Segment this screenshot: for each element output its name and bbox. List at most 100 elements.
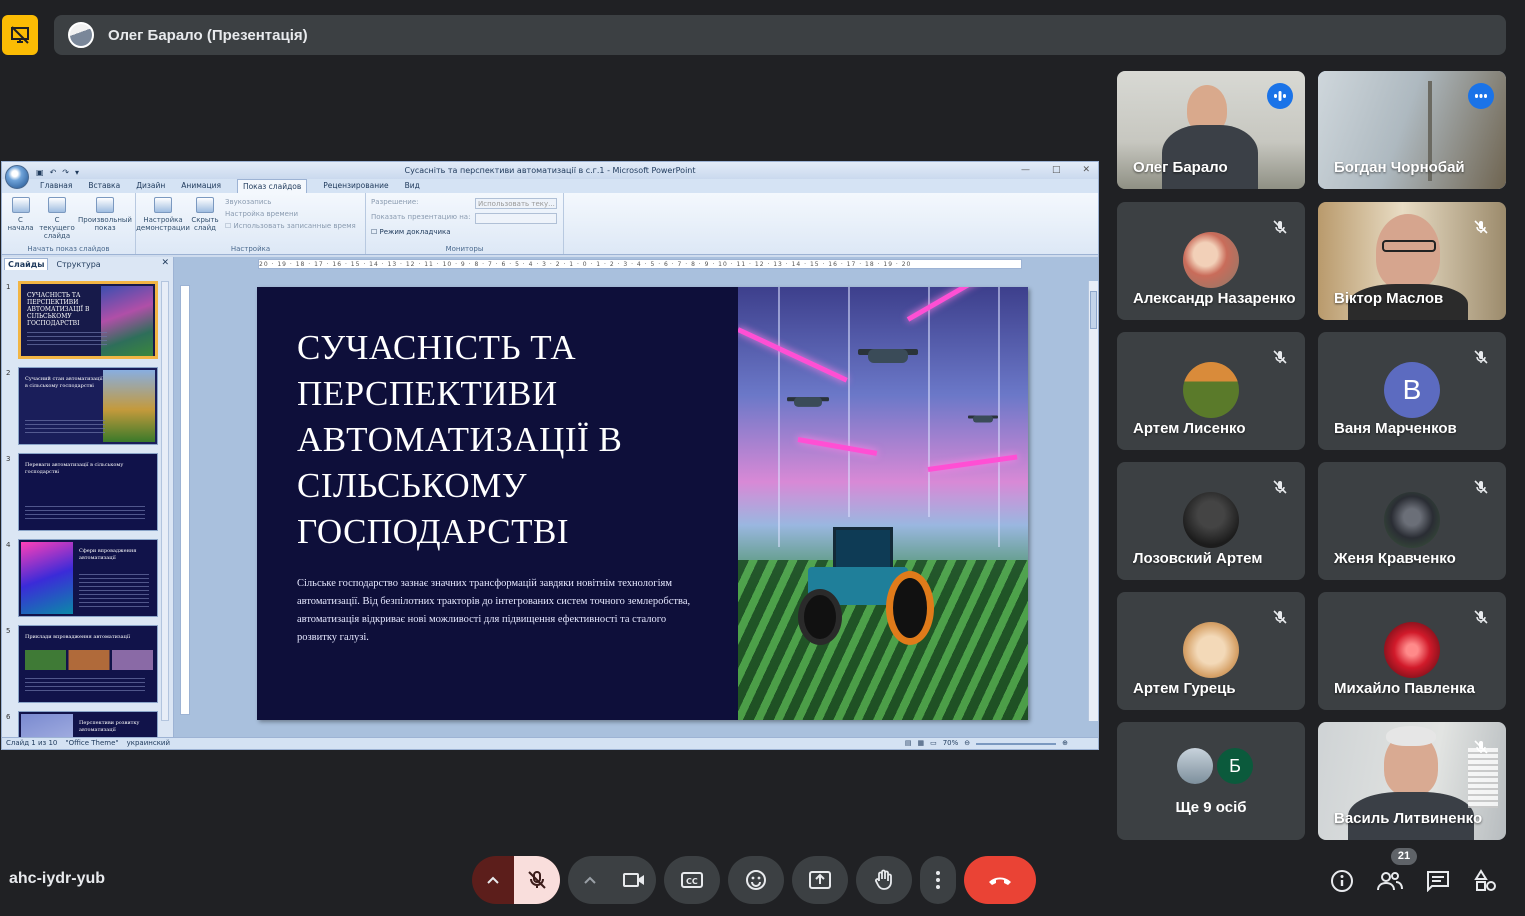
close-icon[interactable]: ✕ — [1082, 162, 1090, 179]
chat-button[interactable] — [1423, 866, 1453, 896]
slide-editor[interactable]: 20 · 19 · 18 · 17 · 16 · 15 · 14 · 13 · … — [174, 257, 1098, 737]
tab-slideshow[interactable]: Показ слайдов — [236, 179, 308, 193]
participant-tile[interactable]: Василь Литвиненко — [1318, 722, 1506, 840]
zoom-slider[interactable] — [976, 743, 1057, 745]
rehearse-timings-button[interactable]: Настройка времени — [225, 210, 356, 218]
participant-tile[interactable]: Женя Кравченко — [1318, 462, 1506, 580]
language[interactable]: украинский — [127, 738, 170, 749]
participant-tile[interactable]: Артем Гурець — [1117, 592, 1305, 710]
hide-slide-icon — [196, 197, 214, 213]
maximize-icon[interactable]: □ — [1052, 162, 1061, 179]
participant-tile[interactable]: Богдан Чорнобай — [1318, 71, 1506, 189]
meeting-code: ahc-iydr-yub — [9, 870, 106, 887]
tab-outline[interactable]: Структура — [56, 260, 100, 269]
powerpoint-window[interactable]: ▣ ↶ ↷ ▾ Сусасніть та перспективи автомат… — [1, 161, 1099, 750]
mic-toggle-button[interactable] — [514, 856, 560, 904]
speaking-indicator-icon — [1468, 83, 1494, 109]
tab-slides[interactable]: Слайды — [4, 258, 49, 270]
tab-home[interactable]: Главная — [40, 179, 72, 193]
thumbnail-image — [21, 542, 73, 614]
editor-scrollbar[interactable] — [1088, 281, 1098, 721]
slide-thumbnail[interactable]: Перспективи розвитку автоматизації — [18, 711, 158, 737]
tab-design[interactable]: Дизайн — [136, 179, 165, 193]
office-button-icon[interactable] — [5, 165, 29, 189]
zoom-in-icon[interactable]: ⊕ — [1062, 738, 1068, 749]
meeting-info-button[interactable] — [1327, 866, 1357, 896]
captions-icon: CC — [681, 872, 703, 888]
speaking-indicator-icon — [1267, 83, 1293, 109]
setup-show-icon — [154, 197, 172, 213]
view-slideshow-icon[interactable]: ▭ — [930, 738, 937, 749]
participant-tile[interactable]: Віктор Маслов — [1318, 202, 1506, 320]
tab-animation[interactable]: Анимация — [181, 179, 221, 193]
window-titlebar: ▣ ↶ ↷ ▾ Сусасніть та перспективи автомат… — [2, 162, 1098, 179]
presentation-indicator-icon[interactable] — [2, 15, 38, 55]
participant-name: Богдан Чорнобай — [1334, 159, 1465, 176]
quick-access-toolbar[interactable]: ▣ ↶ ↷ ▾ — [36, 164, 79, 181]
panel-scrollbar[interactable] — [161, 281, 169, 721]
panel-close-icon[interactable]: ✕ — [161, 258, 169, 268]
people-icon — [1377, 872, 1403, 891]
participant-tile[interactable]: Артем Лисенко — [1117, 332, 1305, 450]
more-options-button[interactable] — [920, 856, 956, 904]
participant-name: Ваня Марченков — [1334, 420, 1457, 437]
minimize-icon[interactable]: — — [1021, 162, 1030, 179]
thumbnail-image — [25, 650, 153, 670]
people-button[interactable] — [1375, 866, 1405, 896]
slide-thumbnail[interactable]: СУЧАСНІСТЬ ТА ПЕРСПЕКТИВИ АВТОМАТИЗАЦІЇ … — [18, 281, 158, 359]
show-on-dropdown[interactable] — [475, 213, 557, 224]
slide-counter: Слайд 1 из 10 — [6, 739, 58, 747]
participants-count-badge: 21 — [1391, 848, 1417, 865]
present-button[interactable] — [792, 856, 848, 904]
avatar: В — [1384, 362, 1440, 418]
thumbnail-image — [21, 714, 73, 737]
camera-options-chevron-icon[interactable] — [568, 876, 612, 884]
current-slide[interactable]: СУЧАСНІСТЬ ТА ПЕРСПЕКТИВИ АВТОМАТИЗАЦІЇ … — [257, 287, 1028, 720]
scroll-thumb[interactable] — [1090, 291, 1097, 329]
slides-panel: Слайды Структура ✕ 1 СУЧАСНІСТЬ ТА ПЕРСП… — [2, 257, 174, 737]
mic-off-icon — [1269, 346, 1291, 368]
participant-tile[interactable]: Александр Назаренко — [1117, 202, 1305, 320]
vertical-ruler — [180, 285, 190, 715]
tab-view[interactable]: Вид — [405, 179, 420, 193]
camera-toggle-button[interactable] — [612, 872, 656, 888]
slide-thumbnail[interactable]: Сучасний стан автоматизації в сільському… — [18, 367, 158, 445]
leave-call-button[interactable] — [964, 856, 1036, 904]
reactions-button[interactable] — [728, 856, 784, 904]
slide-title[interactable]: СУЧАСНІСТЬ ТА ПЕРСПЕКТИВИ АВТОМАТИЗАЦІЇ … — [297, 325, 717, 555]
captions-button[interactable]: CC — [664, 856, 720, 904]
more-participants-tile[interactable]: Б Ще 9 осіб — [1117, 722, 1305, 840]
presenter-view-checkbox[interactable]: Режим докладчика — [371, 228, 557, 236]
horizontal-ruler: 20 · 19 · 18 · 17 · 16 · 15 · 14 · 13 · … — [258, 259, 1022, 269]
participant-tile[interactable]: Олег Барало — [1117, 71, 1305, 189]
zoom-level[interactable]: 70% — [943, 738, 959, 749]
hand-icon — [875, 869, 892, 890]
raise-hand-button[interactable] — [856, 856, 912, 904]
view-sorter-icon[interactable]: ▦ — [917, 738, 924, 749]
participant-tile[interactable]: Михайло Павленка — [1318, 592, 1506, 710]
save-icon[interactable]: ▣ — [36, 164, 44, 181]
participant-name: Василь Литвиненко — [1334, 810, 1483, 827]
participant-tile[interactable]: Лозовский Артем — [1117, 462, 1305, 580]
use-timings-checkbox[interactable]: Использовать записанные время — [225, 222, 356, 230]
slide-thumbnail[interactable]: Приклади впровадження автоматизації — [18, 625, 158, 703]
tab-review[interactable]: Рецензирование — [323, 179, 388, 193]
view-normal-icon[interactable]: ▤ — [905, 738, 912, 749]
resolution-dropdown[interactable]: Использовать теку... — [475, 198, 557, 209]
zoom-out-icon[interactable]: ⊖ — [964, 738, 970, 749]
undo-icon[interactable]: ↶ — [50, 164, 57, 181]
tab-insert[interactable]: Вставка — [88, 179, 120, 193]
participant-tile[interactable]: В Ваня Марченков — [1318, 332, 1506, 450]
slide-thumbnail[interactable]: Сфери впровадження автоматизації — [18, 539, 158, 617]
slide-image[interactable] — [738, 287, 1028, 720]
activities-button[interactable] — [1471, 866, 1501, 896]
slide-body-text[interactable]: Сільське господарство зазнає значних тра… — [297, 575, 707, 647]
participant-name: Лозовский Артем — [1133, 550, 1263, 567]
record-narration-button[interactable]: Звукозапись — [225, 198, 356, 206]
slide-thumbnail[interactable]: Переваги автоматизації в сільському госп… — [18, 453, 158, 531]
present-screen-icon — [809, 871, 831, 889]
participant-name: Артем Гурець — [1133, 680, 1236, 697]
mic-options-chevron-icon[interactable] — [472, 856, 514, 904]
qat-dropdown-icon[interactable]: ▾ — [75, 164, 79, 181]
redo-icon[interactable]: ↷ — [62, 164, 69, 181]
